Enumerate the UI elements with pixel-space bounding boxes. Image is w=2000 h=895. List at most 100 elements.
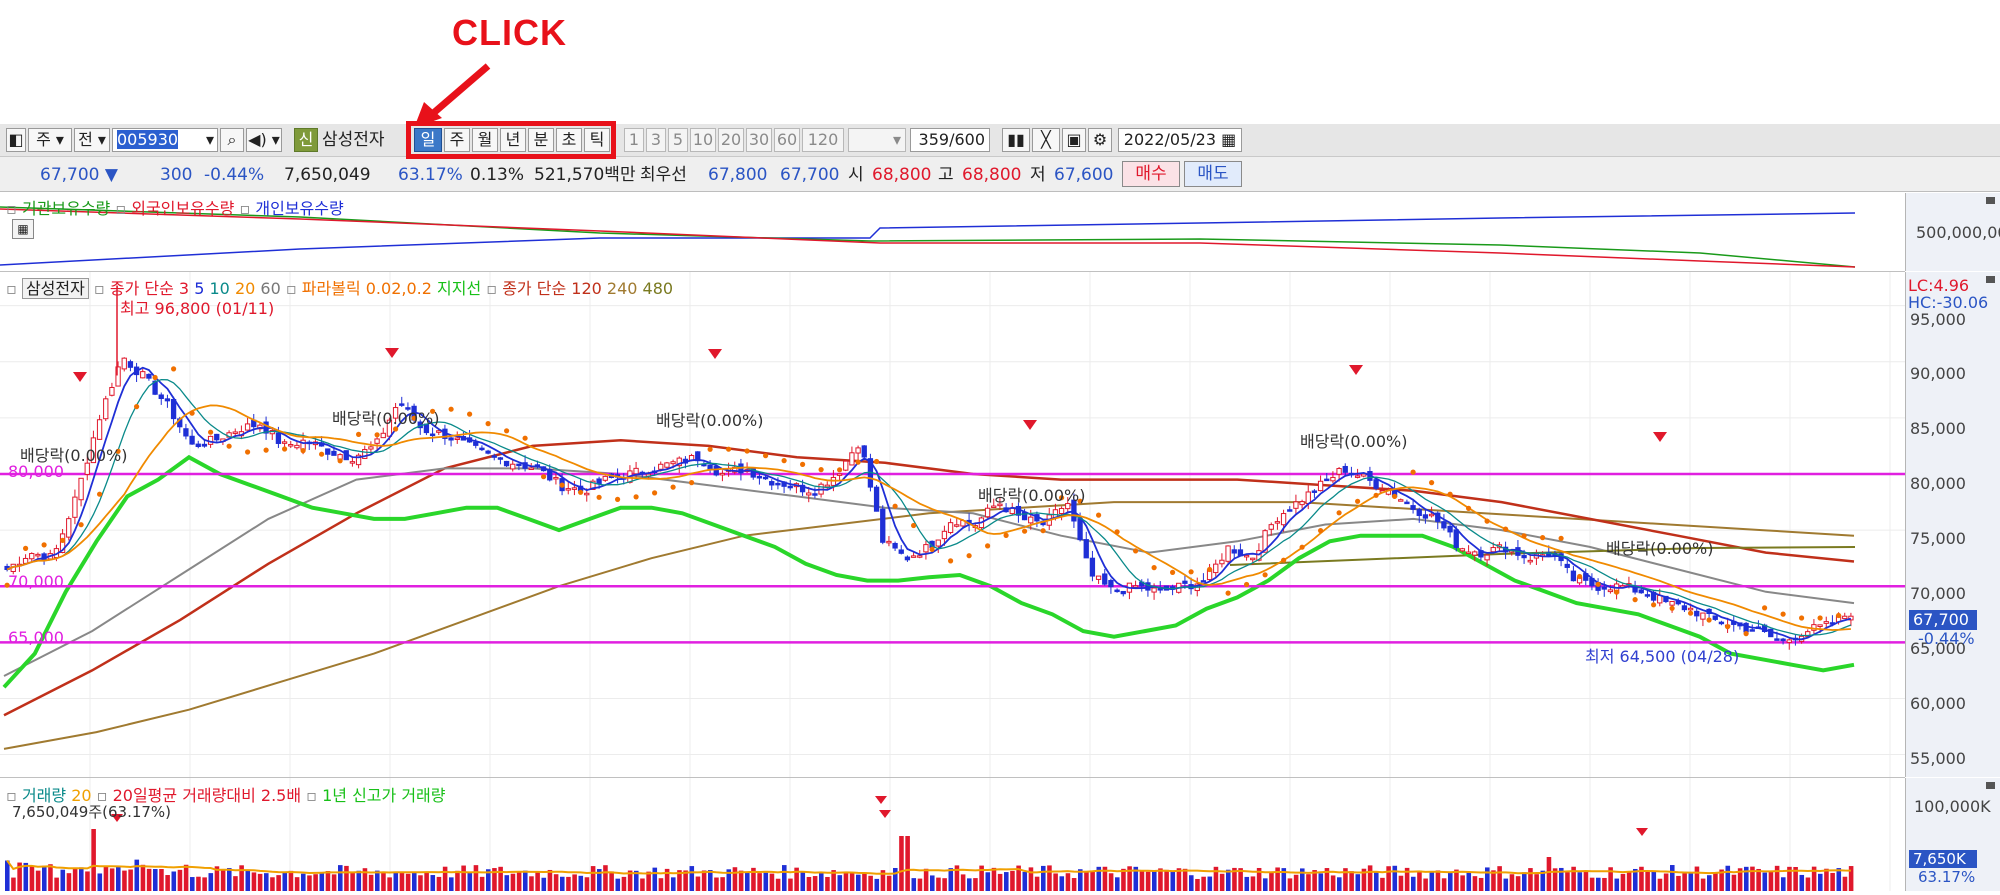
parabolic-dot [1484, 518, 1490, 524]
parabolic-dot [948, 558, 954, 564]
period-select[interactable]: 주 ▾ [28, 128, 72, 152]
candle [1472, 551, 1478, 556]
period-button-week[interactable]: 주 [444, 128, 470, 152]
candle [1108, 580, 1114, 588]
panel-maximize-icon[interactable] [1986, 782, 1995, 789]
settings-icon[interactable]: ⚙ [1088, 128, 1112, 152]
volume-bar [948, 868, 954, 891]
period-button-day[interactable]: 일 [414, 128, 442, 152]
parabolic-dot [726, 446, 732, 452]
period-button-year[interactable]: 년 [500, 128, 526, 152]
panel-maximize-icon[interactable] [1986, 276, 1995, 283]
candle [35, 553, 41, 557]
volume-bar [79, 867, 84, 891]
panel-maximize-icon[interactable] [1986, 197, 1995, 204]
parabolic-dot [1003, 532, 1009, 538]
search-icon[interactable]: ⌕ [220, 128, 244, 152]
volume-bar [1663, 873, 1669, 891]
candle [1441, 521, 1447, 529]
volume-bar [1189, 875, 1194, 891]
volume-bar [1355, 874, 1361, 891]
date-input[interactable]: 2022/05/23 ▦ [1118, 128, 1242, 152]
volume-bar [1337, 877, 1342, 891]
date-value: 2022/05/23 [1123, 130, 1216, 149]
legend-stock-name[interactable]: 삼성전자 [21, 278, 89, 299]
candle [584, 492, 590, 496]
candle-type-icon[interactable]: ▮▮ [1002, 128, 1030, 152]
volume-bar [862, 872, 867, 891]
period-button-second[interactable]: 초 [556, 128, 582, 152]
table-view-icon[interactable]: ▦ [12, 219, 34, 239]
candle [374, 438, 380, 444]
volume-bar [356, 870, 362, 891]
candle [1102, 573, 1108, 585]
interval-button-30[interactable]: 30 [746, 128, 772, 152]
candle [244, 423, 251, 431]
volume-bar [442, 866, 448, 891]
legend-ma2-label: 종가 단순 [502, 279, 567, 298]
volume-bar [843, 872, 849, 891]
volume-bar [510, 873, 516, 891]
compare-select[interactable]: 전 ▾ [74, 128, 110, 152]
parabolic-dot [1188, 569, 1194, 575]
candle [1823, 621, 1829, 624]
volume-bar [1626, 871, 1632, 891]
volume-bar [393, 872, 399, 891]
volume-bar [886, 875, 892, 891]
volume-bar [1565, 872, 1570, 891]
parabolic-dot [1040, 528, 1046, 534]
candle [571, 487, 578, 490]
volume-bar [1466, 872, 1472, 891]
interval-button-1[interactable]: 1 [624, 128, 644, 152]
interval-button-5[interactable]: 5 [668, 128, 688, 152]
interval-button-20[interactable]: 20 [718, 128, 744, 152]
volume-bar [609, 871, 614, 891]
period-button-tick[interactable]: 틱 [584, 128, 610, 152]
y-tick: 80,000 [1910, 474, 1966, 493]
parabolic-dot [1114, 529, 1120, 535]
sell-button[interactable]: 매도 [1184, 161, 1242, 187]
candle [103, 398, 109, 420]
parabolic-dot [763, 453, 769, 459]
period-button-minute[interactable]: 분 [528, 128, 554, 152]
interval-button-3[interactable]: 3 [646, 128, 666, 152]
volume-bar [1380, 877, 1385, 891]
ma-5-line [6, 366, 1852, 641]
current-volume-tag: 7,650K [1909, 850, 1977, 868]
parabolic-dot [874, 458, 880, 465]
candle [633, 467, 639, 475]
interval-button-10[interactable]: 10 [690, 128, 716, 152]
volume-bar [905, 836, 910, 891]
volume-bar [1330, 875, 1336, 891]
volume-bar [1139, 871, 1145, 891]
volume-bar [338, 865, 343, 891]
candle [1311, 490, 1318, 493]
candle [1700, 612, 1706, 620]
interval-button-60[interactable]: 60 [774, 128, 800, 152]
candle [491, 455, 497, 458]
candle [510, 463, 516, 470]
candle [553, 476, 559, 480]
candle [719, 472, 726, 476]
buy-button[interactable]: 매수 [1122, 161, 1180, 187]
speaker-icon[interactable]: ◀) ▾ [246, 128, 282, 152]
legend-institution: 기관보유수량 [21, 199, 111, 218]
period-button-month[interactable]: 월 [472, 128, 498, 152]
candle [127, 361, 134, 368]
stock-code-input[interactable]: 005930 ▾ [112, 128, 218, 152]
dividend-label: 배당락(0.00%) [1606, 539, 1714, 558]
candle [1842, 615, 1848, 620]
volume-bar [387, 877, 392, 891]
save-icon[interactable]: ▣ [1062, 128, 1086, 152]
volume-bar [572, 874, 577, 891]
parabolic-dot [670, 484, 676, 490]
count-input[interactable]: 359/600 [910, 128, 990, 152]
current-price: 67,700 ▼ [40, 165, 118, 185]
window-menu-icon[interactable]: ◧ [6, 128, 26, 152]
interval-button-120[interactable]: 120 [802, 128, 844, 152]
parabolic-dot [356, 431, 362, 437]
interval-select[interactable]: ▾ [848, 128, 906, 152]
line-tool-icon[interactable]: ╳ [1032, 128, 1060, 152]
candle [1410, 505, 1416, 510]
candle [1749, 629, 1755, 632]
